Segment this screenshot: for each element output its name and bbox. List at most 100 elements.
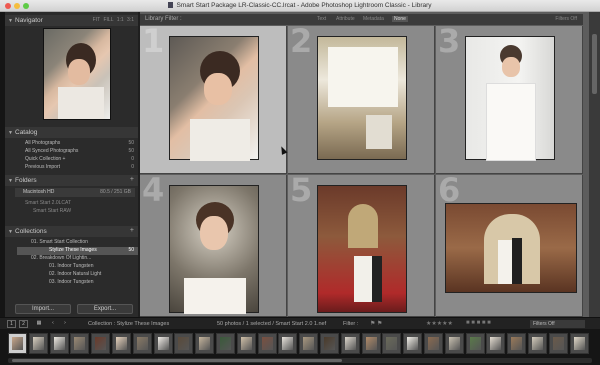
filmstrip-thumbnail[interactable] [195, 333, 215, 354]
folders-header[interactable]: ▼ Folders + [5, 175, 138, 186]
scrollbar-thumb[interactable] [592, 34, 597, 94]
photo-thumbnail[interactable] [317, 185, 407, 313]
filmstrip[interactable] [0, 329, 600, 365]
filter-tab-attribute[interactable]: Attribute [336, 16, 355, 22]
filmstrip-image [12, 337, 23, 350]
filter-tab-none[interactable]: None [392, 16, 408, 22]
zoom-fit[interactable]: FIT [93, 17, 100, 23]
filmstrip-image [178, 337, 190, 350]
filmstrip-thumbnail[interactable] [278, 333, 298, 354]
collapse-triangle-icon[interactable]: ▼ [8, 178, 13, 184]
filter-tab-text[interactable]: Text [317, 16, 326, 22]
filmstrip-thumbnail[interactable] [320, 333, 339, 354]
filmstrip-thumbnail[interactable] [382, 333, 402, 354]
collections-header[interactable]: ▼ Collections + [5, 226, 138, 237]
photo-thumbnail[interactable] [317, 36, 407, 160]
filter-tab-metadata[interactable]: Metadata [363, 16, 384, 22]
add-collection-icon[interactable]: + [130, 227, 134, 234]
forward-arrow-icon[interactable]: › [60, 320, 70, 328]
filmstrip-thumbnail[interactable] [486, 333, 506, 354]
volume-row[interactable]: Macintosh HD 80.5 / 251 GB [15, 188, 135, 197]
import-button[interactable]: Import... [15, 304, 71, 314]
catalog-item-all-synced[interactable]: All Synced Photographs 50 [25, 148, 138, 156]
folder-item[interactable]: Smart Start RAW [33, 208, 146, 216]
primary-window-button[interactable]: 1 [7, 320, 16, 328]
zoom-1-1[interactable]: 1:1 [117, 17, 124, 23]
collection-set[interactable]: 02. Breakdown Of Lightin... [17, 255, 138, 263]
filmstrip-thumbnail[interactable] [569, 333, 589, 354]
grid-cell[interactable]: 6 [436, 175, 583, 317]
navigator-title: Navigator [15, 17, 43, 24]
collapse-triangle-icon[interactable]: ▼ [8, 130, 13, 136]
collection-item[interactable]: 01. Indoor Tungsten [17, 263, 138, 271]
catalog-item-previous-import[interactable]: Previous Import 0 [25, 164, 138, 172]
filters-off-dropdown[interactable]: Filters Off [555, 16, 577, 22]
grid-cell[interactable]: 2 [288, 26, 435, 174]
navigator-header[interactable]: ▼ Navigator FIT FILL 1:1 3:1 [5, 15, 138, 26]
flag-filter-icon[interactable]: ⚑ ⚑ [370, 320, 382, 327]
filmstrip-thumbnail[interactable] [216, 333, 235, 354]
collection-item[interactable]: 03. Indoor Tungsten [17, 279, 138, 287]
filmstrip-thumbnail[interactable] [257, 333, 277, 354]
filmstrip-thumbnail[interactable] [49, 333, 69, 354]
filmstrip-thumbnail[interactable] [70, 333, 90, 354]
navigator-zoom-options[interactable]: FIT FILL 1:1 3:1 [93, 17, 134, 23]
add-folder-icon[interactable]: + [130, 176, 134, 183]
photo-thumbnail[interactable] [445, 203, 577, 293]
cell-number: 2 [290, 26, 313, 60]
filmstrip-thumbnail[interactable] [299, 333, 319, 354]
collapse-triangle-icon[interactable]: ▼ [8, 229, 13, 235]
grid-cell[interactable]: 4 [140, 175, 287, 317]
rating-filter-stars[interactable]: ★★★★★ [426, 320, 453, 327]
catalog-header[interactable]: ▼ Catalog [5, 127, 138, 138]
navigator-preview[interactable] [43, 28, 111, 120]
filmstrip-thumbnail[interactable] [174, 333, 194, 354]
folder-item[interactable]: Smart Start 2.0LCAT [25, 200, 138, 208]
zoom-3-1[interactable]: 3:1 [127, 17, 134, 23]
catalog-item-all-photographs[interactable]: All Photographs 50 [25, 140, 138, 148]
filmstrip-thumbnail[interactable] [403, 333, 423, 354]
filmstrip-thumbnail[interactable] [153, 333, 173, 354]
filmstrip-thumbnail[interactable] [132, 333, 152, 354]
back-arrow-icon[interactable]: ‹ [48, 320, 58, 328]
collection-item[interactable]: 02. Indoor Natural Light [17, 271, 138, 279]
filmstrip-scrollbar[interactable] [8, 358, 592, 363]
folders-title: Folders [15, 177, 37, 184]
collection-set[interactable]: 01. Smart Start Collection [17, 239, 138, 247]
filmstrip-thumbnail[interactable] [444, 333, 464, 354]
filmstrip-thumbnail[interactable] [236, 333, 256, 354]
filmstrip-thumbnail[interactable] [361, 333, 381, 354]
grid-cell[interactable]: 3 [436, 26, 583, 174]
catalog-item-label: All Photographs [25, 140, 61, 146]
zoom-fill[interactable]: FILL [103, 17, 113, 23]
filmstrip-thumbnail[interactable] [507, 333, 527, 354]
document-icon [168, 2, 174, 8]
toolbar-filters-off-dropdown[interactable]: Filters Off [530, 320, 585, 328]
filmstrip-thumbnail[interactable] [28, 333, 48, 354]
filmstrip-thumbnail[interactable] [112, 333, 131, 354]
library-grid[interactable]: 1 2 3 4 5 6 [140, 12, 589, 317]
export-button[interactable]: Export... [77, 304, 133, 314]
catalog-item-quick-collection[interactable]: Quick Collection + 0 [25, 156, 138, 164]
grid-cell[interactable]: 5 [288, 175, 435, 317]
source-indicator[interactable]: Collection : Stylize These Images [88, 321, 169, 327]
filmstrip-thumbnail[interactable] [548, 333, 568, 354]
photo-thumbnail[interactable] [465, 36, 555, 161]
filmstrip-thumbnail[interactable] [528, 333, 547, 354]
collapse-triangle-icon[interactable]: ▼ [8, 18, 13, 24]
collection-item-selected[interactable]: Stylize These Images 50 [17, 247, 138, 255]
scrollbar-thumb[interactable] [12, 359, 342, 362]
photo-detail [328, 47, 398, 107]
secondary-window-button[interactable]: 2 [19, 320, 28, 328]
color-label-filter-icon[interactable]: ■ ■ ■ ■ ■ [466, 320, 491, 326]
filmstrip-thumbnail[interactable] [91, 333, 111, 354]
photo-thumbnail[interactable] [169, 185, 259, 314]
photo-thumbnail[interactable] [169, 36, 259, 161]
filmstrip-thumbnail[interactable] [340, 333, 360, 354]
filmstrip-thumbnail[interactable] [424, 333, 443, 354]
grid-view-icon[interactable]: ▦ [34, 320, 44, 328]
filmstrip-thumbnail[interactable] [8, 333, 27, 354]
grid-scrollbar[interactable] [589, 12, 600, 317]
filmstrip-thumbnail[interactable] [465, 333, 485, 354]
grid-cell[interactable]: 1 [140, 26, 287, 174]
